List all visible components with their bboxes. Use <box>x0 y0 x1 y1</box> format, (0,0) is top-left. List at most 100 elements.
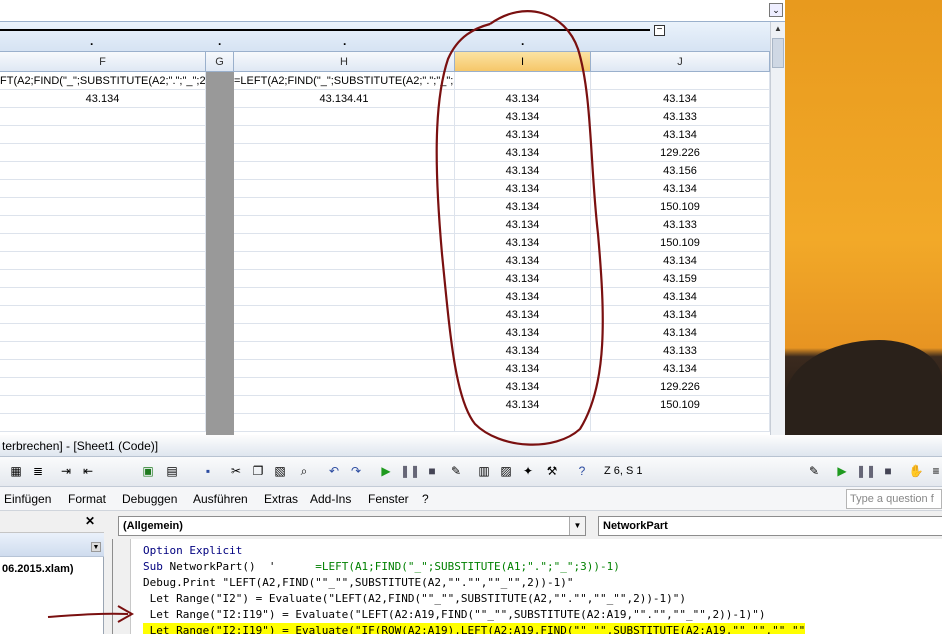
cell-f[interactable] <box>0 396 206 414</box>
cell-f[interactable] <box>0 180 206 198</box>
design-mode-icon-2[interactable]: ✎ <box>806 463 822 479</box>
paste-icon[interactable]: ▧ <box>272 463 288 479</box>
menu-debuggen[interactable]: Debuggen <box>122 491 177 507</box>
hand-icon[interactable]: ✋ <box>908 463 924 479</box>
cell-h[interactable] <box>234 306 455 324</box>
cell-f[interactable] <box>0 126 206 144</box>
project-explorer-icon[interactable]: ▥ <box>476 463 492 479</box>
save-icon[interactable]: ▪ <box>200 463 216 479</box>
pause-icon[interactable]: ❚❚ <box>400 463 420 479</box>
run-icon[interactable]: ▶ <box>378 463 394 479</box>
cell-f[interactable] <box>0 288 206 306</box>
cell-j[interactable]: 43.133 <box>591 108 770 126</box>
cell-h[interactable]: =LEFT(A2;FIND("_";SUBSTITUTE(A2;".";"_";… <box>234 72 455 90</box>
outdent-icon[interactable]: ⇤ <box>80 463 96 479</box>
scroll-up-icon[interactable]: ▲ <box>771 22 785 36</box>
cell-f[interactable] <box>0 324 206 342</box>
insert-icon[interactable]: ≣ <box>30 463 46 479</box>
code-line-2[interactable]: Sub NetworkPart() ' =LEFT(A1;FIND("_";SU… <box>143 559 620 575</box>
cell-h[interactable] <box>234 252 455 270</box>
menu-format[interactable]: Format <box>68 491 106 507</box>
cell-f[interactable] <box>0 144 206 162</box>
pause-icon-2[interactable]: ❚❚ <box>856 463 876 479</box>
cell-j[interactable]: 150.109 <box>591 234 770 252</box>
copy-icon[interactable]: ❐ <box>250 463 266 479</box>
cell-h[interactable] <box>234 108 455 126</box>
cell-h[interactable] <box>234 234 455 252</box>
object-browser-icon[interactable]: ✦ <box>520 463 536 479</box>
code-line-5[interactable]: Let Range("I2:I19") = Evaluate("LEFT(A2:… <box>143 607 766 623</box>
outline-collapse-button[interactable]: − <box>654 25 665 36</box>
cell-f[interactable] <box>0 252 206 270</box>
cell-j[interactable]: 129.226 <box>591 144 770 162</box>
stop-icon[interactable]: ■ <box>424 463 440 479</box>
help-icon[interactable]: ? <box>574 463 590 479</box>
menu-extras[interactable]: Extras <box>264 491 298 507</box>
code-line-6-current[interactable]: Let Range("I2:I19") = Evaluate("IF(ROW(A… <box>143 623 806 634</box>
cell-h[interactable] <box>234 216 455 234</box>
cell-j[interactable]: 43.134 <box>591 360 770 378</box>
cell-f[interactable] <box>0 216 206 234</box>
outline-dot[interactable]: . <box>90 34 93 48</box>
cell-h[interactable] <box>234 360 455 378</box>
cell-h[interactable] <box>234 414 455 432</box>
procedure-combo[interactable]: NetworkPart <box>598 516 942 536</box>
cell-f[interactable]: 43.134 <box>0 90 206 108</box>
vertical-scrollbar[interactable]: ▲ <box>770 22 785 435</box>
cell-j[interactable]: 129.226 <box>591 378 770 396</box>
menu-help[interactable]: ? <box>422 491 429 507</box>
cell-j[interactable]: 43.134 <box>591 306 770 324</box>
column-header-h[interactable]: H <box>234 52 455 72</box>
cell-j[interactable]: 43.134 <box>591 126 770 144</box>
cell-j[interactable]: 43.134 <box>591 252 770 270</box>
cell-f[interactable]: FT(A2;FIND("_";SUBSTITUTE(A2;".";"_";2))… <box>0 72 206 90</box>
find-icon[interactable]: ⌕ <box>296 463 312 479</box>
close-icon[interactable]: ✕ <box>83 514 97 528</box>
cell-h[interactable]: 43.134.41 <box>234 90 455 108</box>
userform-icon[interactable]: ▤ <box>164 463 180 479</box>
code-editor[interactable]: Option Explicit Sub NetworkPart() ' =LEF… <box>112 539 942 634</box>
cell-f[interactable] <box>0 306 206 324</box>
cell-h[interactable] <box>234 342 455 360</box>
undo-icon[interactable]: ↶ <box>326 463 342 479</box>
outline-dot[interactable]: . <box>343 34 346 48</box>
view-excel-icon[interactable]: ▦ <box>8 463 24 479</box>
cell-j[interactable]: 43.133 <box>591 216 770 234</box>
cell-j[interactable]: 43.156 <box>591 162 770 180</box>
cell-h[interactable] <box>234 396 455 414</box>
cell-j[interactable]: 43.134 <box>591 288 770 306</box>
cell-f[interactable] <box>0 162 206 180</box>
chevron-down-icon[interactable]: ▼ <box>569 517 585 535</box>
code-line-1[interactable]: Option Explicit <box>143 543 242 559</box>
cell-f[interactable] <box>0 234 206 252</box>
cell-j[interactable]: 43.133 <box>591 342 770 360</box>
cell-h[interactable] <box>234 324 455 342</box>
design-mode-icon[interactable]: ✎ <box>448 463 464 479</box>
properties-icon[interactable]: ▨ <box>498 463 514 479</box>
cell-j[interactable] <box>591 414 770 432</box>
cell-h[interactable] <box>234 198 455 216</box>
ask-question-input[interactable]: Type a question f <box>846 489 942 509</box>
project-tree-item[interactable]: 06.2015.xlam) <box>2 563 74 575</box>
cell-f[interactable] <box>0 198 206 216</box>
cell-h[interactable] <box>234 180 455 198</box>
cell-h[interactable] <box>234 270 455 288</box>
toolbox-icon[interactable]: ⚒ <box>544 463 560 479</box>
formula-bar-expand-icon[interactable]: ⌄ <box>769 3 783 17</box>
cell-j[interactable]: 43.134 <box>591 180 770 198</box>
cell-j[interactable]: 150.109 <box>591 396 770 414</box>
outline-dot[interactable]: . <box>218 34 221 48</box>
scroll-thumb[interactable] <box>772 38 784 68</box>
cell-h[interactable] <box>234 288 455 306</box>
cut-icon[interactable]: ✂ <box>228 463 244 479</box>
code-line-3[interactable]: Debug.Print "LEFT(A2,FIND(""_"",SUBSTITU… <box>143 575 573 591</box>
menu-fenster[interactable]: Fenster <box>368 491 409 507</box>
cell-j[interactable] <box>591 72 770 90</box>
menu-ausfuehren[interactable]: Ausführen <box>193 491 248 507</box>
cell-h[interactable] <box>234 162 455 180</box>
menu-add-ins[interactable]: Add-Ins <box>310 491 351 507</box>
cell-f[interactable] <box>0 270 206 288</box>
cell-j[interactable]: 43.134 <box>591 324 770 342</box>
cell-h[interactable] <box>234 126 455 144</box>
indent-icon[interactable]: ⇥ <box>58 463 74 479</box>
